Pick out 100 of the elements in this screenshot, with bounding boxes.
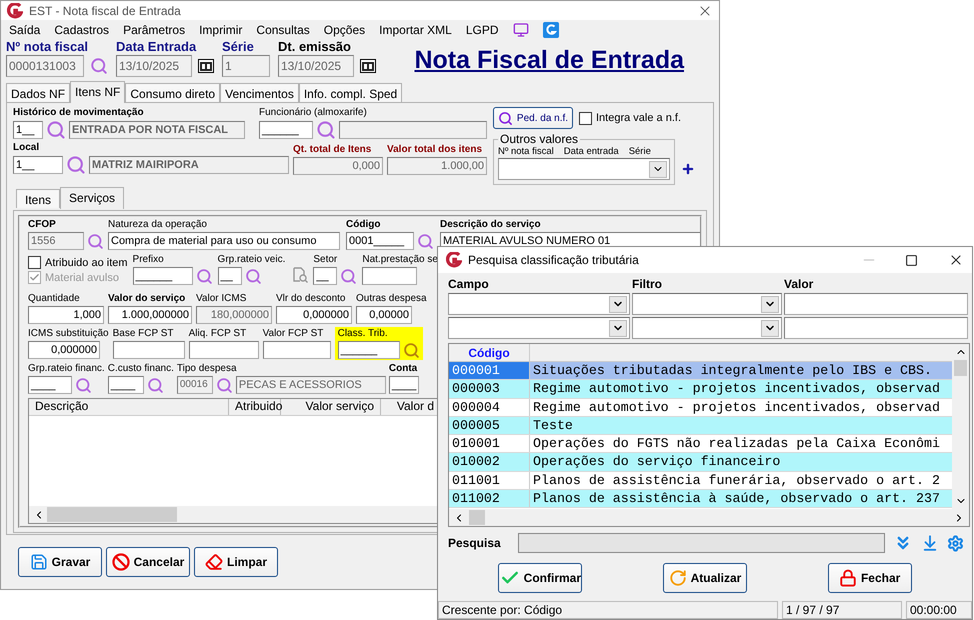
action-button[interactable]: Cancelar xyxy=(106,547,190,577)
field-label: Pesquisa xyxy=(448,536,502,550)
code-field[interactable]: 1__ xyxy=(13,121,43,139)
action-button[interactable]: Atualizar xyxy=(662,563,747,593)
text-field[interactable]: 1,000 xyxy=(28,306,104,324)
action-button[interactable]: Fechar xyxy=(828,563,912,593)
field-label: Class. Trib. xyxy=(338,328,389,340)
text-field[interactable]: 1 xyxy=(222,55,270,77)
menu-item[interactable]: Cadastros xyxy=(54,23,110,37)
field-label: Nº nota fiscal xyxy=(6,40,90,54)
action-button[interactable]: Gravar xyxy=(18,547,102,577)
code-field[interactable]: 1__ xyxy=(13,156,63,174)
field-label: Nat.prestação se xyxy=(362,254,438,266)
menu-item[interactable]: Importar XML xyxy=(379,23,452,37)
description-cell: Planos de assistência à saúde, observado o art. 237 xyxy=(530,490,952,508)
menu-item[interactable]: Parâmetros xyxy=(123,23,186,37)
field-label: Valor do serviço xyxy=(108,293,186,305)
menu-item[interactable]: Opções xyxy=(324,23,366,37)
text-field[interactable]: 0001_____ xyxy=(346,232,414,250)
column-header[interactable]: Descrição xyxy=(29,399,229,415)
text-field[interactable]: 1556 xyxy=(28,232,84,250)
grid-row[interactable]: 000003 Regime automotivo - projetos incentivados, observad xyxy=(449,380,952,399)
text-field[interactable]: ____ xyxy=(388,376,419,394)
field-label: Data Entrada xyxy=(116,40,198,54)
text-field[interactable]: 1.000,000000 xyxy=(108,306,192,324)
menu-item[interactable]: Saída xyxy=(9,23,40,37)
text-field[interactable]: ______ xyxy=(132,267,193,285)
grid-row[interactable]: 011001 Planos de assistência funerária, observado o art. 2 xyxy=(449,472,952,490)
field-label: C.custo financ. xyxy=(108,363,174,375)
field-label: Setor xyxy=(313,254,338,266)
text-field[interactable]: 180,000000 xyxy=(196,306,272,324)
checkbox-label: Material avulso xyxy=(45,272,119,284)
field-label: Natureza da operação xyxy=(108,219,208,231)
grid-row[interactable]: 000001 Situações tributadas integralmente pelo IBS e CBS. xyxy=(449,362,952,380)
window-title: Pesquisa classificação tributária xyxy=(468,253,639,267)
code-cell: 010002 xyxy=(449,453,530,471)
tab[interactable]: Itens xyxy=(16,189,60,208)
column-header[interactable]: Código xyxy=(449,344,530,361)
text-field[interactable]: 1.000,00 xyxy=(387,157,487,175)
text-field[interactable]: 0,000000 xyxy=(28,341,100,359)
description-cell: Regime automotivo - projetos incentivados, observad xyxy=(530,380,952,398)
field-label: Prefixo xyxy=(132,254,165,266)
text-field[interactable]: 13/10/2025 xyxy=(116,55,192,77)
field-label: Valor total dos itens xyxy=(387,144,484,156)
description-cell: Situações tributadas integralmente pelo IBS e CBS. xyxy=(530,362,952,380)
field-label: CFOP xyxy=(28,219,57,231)
tab[interactable]: Itens NF xyxy=(70,81,126,103)
grid-row[interactable]: 000005 Teste xyxy=(449,416,952,436)
menu-item[interactable]: Consultas xyxy=(256,23,310,37)
grid-row[interactable]: 011002 Planos de assistência à saúde, observado o art. 237 xyxy=(449,490,952,508)
field-label: Filtro xyxy=(632,277,663,291)
tab[interactable]: Dados NF xyxy=(6,83,70,102)
text-field[interactable]: 0,000000 xyxy=(276,306,352,324)
grid-row[interactable]: 010002 Operações do serviço financeiro xyxy=(449,453,952,472)
column-header[interactable]: Atribuido xyxy=(229,399,281,415)
field-label: Valor xyxy=(784,277,814,291)
checkbox-label: Atribuido ao item xyxy=(45,256,128,268)
grid-row[interactable]: 010001 Operações do FGTS não realizadas pela Caixa Econômi xyxy=(449,435,952,454)
field-label: Grp.rateio veic. xyxy=(218,254,286,266)
field-label: Funcionário (almoxarife) xyxy=(259,107,368,119)
code-field[interactable]: 00016 xyxy=(176,376,213,394)
description-field: MATRIZ MAIRIPORA xyxy=(89,156,289,174)
code-field[interactable]: ______ xyxy=(259,121,313,139)
field-label: Dt. emissão xyxy=(278,40,352,54)
menu-item[interactable]: LGPD xyxy=(466,23,499,37)
text-field[interactable]: 0,000 xyxy=(293,157,383,175)
text-field[interactable]: 0000131003 xyxy=(6,55,84,77)
window-title: EST - Nota fiscal de Entrada xyxy=(29,4,181,18)
grid-row[interactable]: 000004 Regime automotivo - projetos incentivados, observad xyxy=(449,398,952,417)
field-label: Grp.rateio financ. xyxy=(28,363,105,375)
tab[interactable]: Vencimentos xyxy=(220,83,299,102)
tab[interactable]: Info. compl. Sped xyxy=(298,83,402,102)
action-button[interactable]: Limpar xyxy=(194,547,278,577)
field-label: Campo xyxy=(448,277,490,291)
description-field: ENTRADA POR NOTA FISCAL xyxy=(69,121,245,139)
menu-item[interactable]: Imprimir xyxy=(199,23,242,37)
text-field[interactable]: ____ xyxy=(28,376,72,394)
text-field[interactable]: Compra de material para uso ou consumo xyxy=(108,232,340,250)
field-label: Vlr do desconto xyxy=(276,293,346,305)
text-field[interactable]: ____ xyxy=(108,376,144,394)
action-button[interactable]: Confirmar xyxy=(498,563,582,593)
checkbox-label: Integra vale a n.f. xyxy=(596,112,681,124)
column-header[interactable]: Valor serviço xyxy=(281,399,381,415)
tab[interactable]: Serviços xyxy=(60,187,124,209)
field-label: Conta xyxy=(388,363,418,375)
field-label: Código xyxy=(346,219,382,231)
tab[interactable]: Consumo direto xyxy=(125,83,220,102)
field-label: Aliq. FCP ST xyxy=(188,328,248,340)
page-heading: Nota Fiscal de Entrada xyxy=(414,46,684,75)
field-label: Valor ICMS xyxy=(196,293,248,305)
text-field[interactable]: ______ xyxy=(338,341,400,359)
field-label: Valor FCP ST xyxy=(262,328,324,340)
text-field[interactable]: __ xyxy=(218,267,242,285)
text-field[interactable]: __ xyxy=(313,267,338,285)
ped-nf-button[interactable]: Ped. da n.f. xyxy=(493,107,573,129)
description-cell: Operações do serviço financeiro xyxy=(530,453,952,471)
status-text: Crescente por: Código xyxy=(438,601,778,619)
status-text: 00:00:00 xyxy=(906,601,972,619)
text-field[interactable]: 13/10/2025 xyxy=(278,55,354,77)
text-field[interactable]: 0,00000 xyxy=(356,306,412,324)
